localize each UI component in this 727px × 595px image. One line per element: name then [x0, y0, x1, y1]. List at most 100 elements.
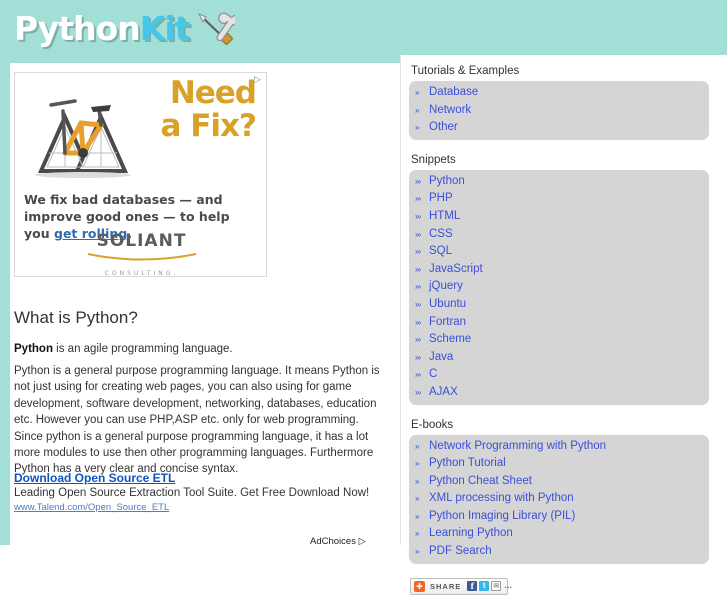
page-title: What is Python? — [14, 308, 138, 327]
sidebar-item-label: Python — [429, 174, 465, 187]
sidebar-item-network[interactable]: » Network — [409, 104, 709, 117]
sidebar-item-ajax[interactable]: »› AJAX — [409, 386, 709, 399]
sidebar: Tutorials & Examples » Database » Network … — [409, 55, 719, 595]
sidebar-link-box: »› Python »› PHP »› HTML »› CSS »› SQL »› Java… — [409, 169, 709, 405]
sidebar-item-label: SQL — [429, 245, 453, 258]
chevron-bullet-icon: »› — [415, 247, 421, 257]
chevron-bullet-icon: »› — [415, 229, 421, 239]
text-ad-title[interactable]: Download Open Source ETL — [14, 471, 175, 485]
sidebar-item-python-imaging-library[interactable]: » Python Imaging Library (PIL) — [409, 510, 709, 523]
site-logo[interactable]: Python Kit — [14, 6, 236, 50]
sidebar-item-sql[interactable]: »› SQL — [409, 245, 709, 258]
chevron-bullet-icon: » — [415, 547, 420, 557]
sidebar-item-label: Python Tutorial — [429, 457, 506, 470]
column-divider — [400, 55, 401, 545]
share-widget[interactable]: ✚ SHARE f t ✉ … — [410, 577, 512, 595]
sidebar-item-label: PDF Search — [429, 545, 492, 558]
chevron-bullet-icon: » — [415, 494, 420, 504]
sidebar-item-php[interactable]: »› PHP — [409, 192, 709, 205]
sidebar-item-label: C — [429, 368, 438, 381]
intro-paragraph: Python is an agile programming language. — [14, 341, 384, 357]
intro-rest: is an agile programming language. — [52, 343, 233, 355]
sidebar-item-scheme[interactable]: »› Scheme — [409, 333, 709, 346]
sidebar-item-label: Learning Python — [429, 527, 513, 540]
sidebar-item-label: AJAX — [429, 385, 458, 398]
ad-headline-line1: Need — [169, 75, 257, 111]
sidebar-item-label: Database — [429, 86, 479, 98]
intro-bold-term: Python — [14, 343, 53, 355]
text-ad-description: Leading Open Source Extraction Tool Suit… — [14, 487, 370, 499]
facebook-icon[interactable]: f — [467, 581, 478, 592]
chevron-bullet-icon: » — [415, 529, 420, 539]
wrench-screwdriver-icon — [198, 12, 236, 45]
sidebar-item-label: Java — [429, 350, 454, 363]
sidebar-item-network-programming-with-python[interactable]: » Network Programming with Python — [409, 440, 709, 453]
sidebar-item-html[interactable]: »› HTML — [409, 210, 709, 223]
chevron-bullet-icon: » — [415, 476, 420, 486]
sidebar-item-label: Network — [429, 103, 472, 116]
bicycle-image — [23, 83, 143, 183]
chevron-bullet-icon: »› — [415, 194, 421, 204]
sidebar-item-jquery[interactable]: »› jQuery — [409, 280, 709, 293]
sidebar-item-python-cheat-sheet[interactable]: » Python Cheat Sheet — [409, 475, 709, 488]
chevron-bullet-icon: »› — [415, 282, 421, 292]
teal-left-strip — [0, 55, 10, 545]
sidebar-item-database[interactable]: » Database — [409, 86, 709, 99]
sidebar-item-label: jQuery — [429, 280, 463, 293]
sidebar-section-snippets: Snippets »› Python »› PHP »› HTML »› CSS »› S… — [409, 154, 719, 405]
chevron-bullet-icon: »› — [415, 335, 421, 345]
sidebar-link-box: » Database » Network » Other — [409, 81, 709, 140]
sidebar-item-ubuntu[interactable]: »› Ubuntu — [409, 298, 709, 311]
chevron-bullet-icon: »› — [415, 299, 421, 309]
sidebar-item-learning-python[interactable]: » Learning Python — [409, 527, 709, 540]
ad-headline-line2: a Fix? — [160, 108, 258, 144]
chevron-bullet-icon: »› — [415, 176, 421, 186]
sidebar-item-fortran[interactable]: »› Fortran — [409, 316, 709, 329]
sidebar-section-ebooks: E-books » Network Programming with Python… — [409, 419, 719, 564]
sidebar-item-label: Other — [429, 121, 458, 134]
chevron-bullet-icon: »› — [415, 387, 421, 397]
sidebar-item-label: JavaScript — [429, 262, 483, 275]
addthis-plus-icon[interactable]: ✚ — [414, 580, 425, 592]
sidebar-item-label: XML processing with Python — [429, 492, 574, 505]
text-advertisement[interactable]: Download Open Source ETL Leading Open So… — [14, 471, 386, 513]
chevron-bullet-icon: »› — [415, 317, 421, 327]
sidebar-section-title: E-books — [411, 418, 454, 431]
share-label: SHARE — [430, 581, 462, 591]
text-ad-url[interactable]: www.Talend.com/Open_Source_ETL — [14, 502, 169, 513]
chevron-bullet-icon: »› — [415, 211, 421, 221]
sidebar-item-label: HTML — [429, 209, 461, 222]
adchoices-label-group[interactable]: AdChoices ▷ — [310, 536, 366, 545]
sidebar-item-python[interactable]: »› Python — [409, 175, 709, 188]
adchoices-triangle-icon[interactable]: ▷ — [359, 536, 366, 545]
body-paragraph: Python is a general purpose programming … — [14, 365, 380, 476]
site-header: Python Kit — [0, 0, 727, 55]
sidebar-section-title: Snippets — [411, 153, 456, 166]
sidebar-item-label: Ubuntu — [429, 297, 467, 310]
advertiser-tagline: CONSULTING. — [104, 270, 179, 277]
chevron-bullet-icon: » — [415, 105, 420, 115]
more-options-icon[interactable]: … — [503, 581, 513, 591]
sidebar-item-python-tutorial[interactable]: » Python Tutorial — [409, 457, 709, 470]
sidebar-item-label: Scheme — [429, 333, 472, 346]
sidebar-item-xml-processing-with-python[interactable]: » XML processing with Python — [409, 492, 709, 505]
sidebar-item-css[interactable]: »› CSS — [409, 228, 709, 241]
sidebar-item-pdf-search[interactable]: » PDF Search — [409, 545, 709, 558]
chevron-bullet-icon: » — [415, 511, 420, 521]
sidebar-item-other[interactable]: » Other — [409, 121, 709, 134]
chevron-bullet-icon: » — [415, 441, 420, 451]
sidebar-item-label: PHP — [429, 192, 453, 205]
sidebar-section-title: Tutorials & Examples — [411, 65, 520, 77]
swoosh-icon — [87, 253, 196, 261]
sidebar-item-c[interactable]: »› C — [409, 368, 709, 381]
twitter-icon[interactable]: t — [479, 581, 490, 592]
main-content: ▷ Need a Fix? We fix bad databases — and… — [10, 63, 398, 545]
email-icon[interactable]: ✉ — [491, 581, 502, 592]
ad-headline: Need a Fix? — [138, 75, 258, 144]
chevron-bullet-icon: » — [415, 88, 420, 97]
sidebar-item-javascript[interactable]: »› JavaScript — [409, 263, 709, 276]
sidebar-item-label: Network Programming with Python — [429, 439, 607, 452]
adchoices-label: AdChoices — [310, 536, 356, 545]
sidebar-item-java[interactable]: »› Java — [409, 351, 709, 364]
banner-advertisement[interactable]: ▷ Need a Fix? We fix bad databases — and… — [14, 72, 267, 277]
